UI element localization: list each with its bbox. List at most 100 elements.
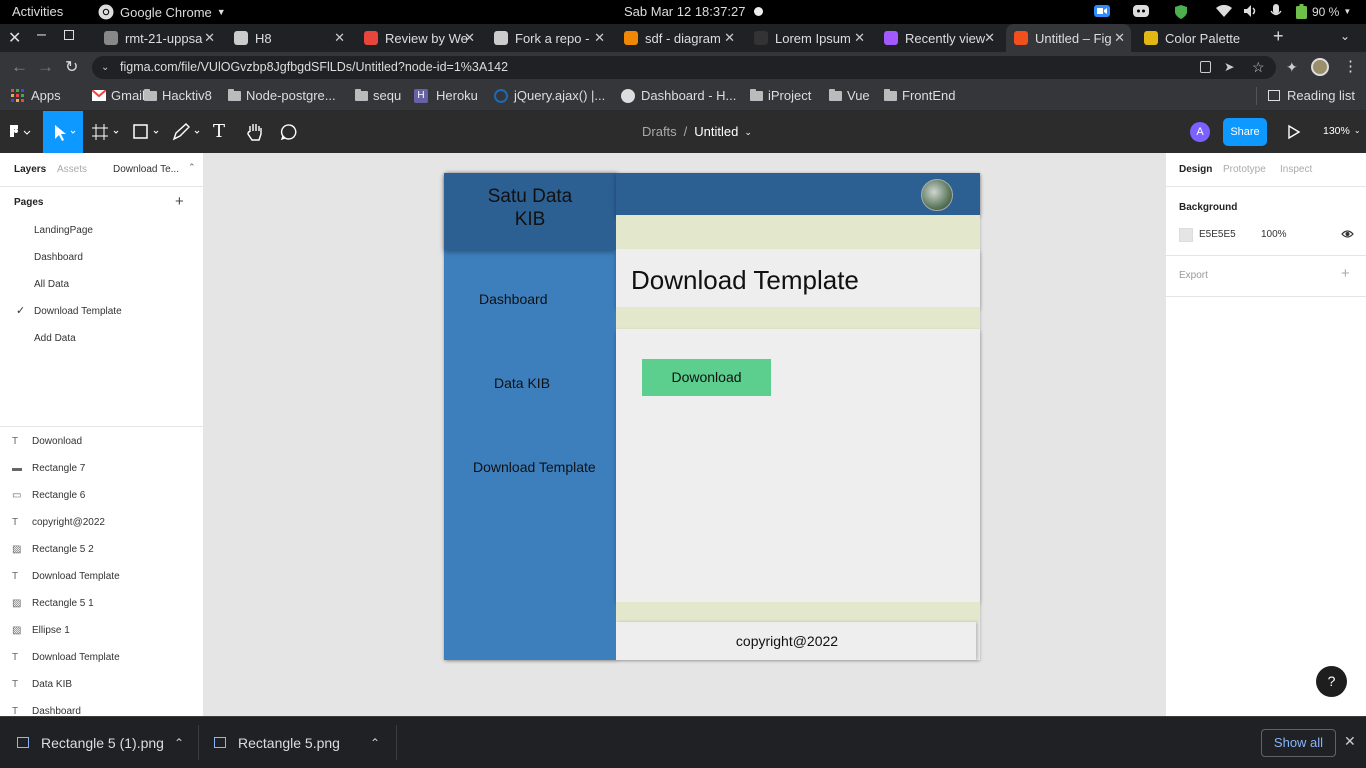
hand-tool-icon[interactable] (246, 122, 264, 142)
tab-close-icon[interactable]: ✕ (854, 30, 865, 46)
tab-close-icon[interactable]: ✕ (464, 30, 475, 46)
page-item[interactable]: All Data (34, 279, 69, 290)
site-info-icon[interactable]: ⌄ (101, 56, 109, 79)
new-tab-icon[interactable]: + (1273, 26, 1284, 47)
download-item[interactable]: Rectangle 5.png ⌃ (199, 717, 396, 768)
bookmark-iproject[interactable]: iProject (750, 88, 811, 103)
tab-search-icon[interactable]: ⌄ (1340, 29, 1350, 43)
bookmark-sequ[interactable]: sequ (355, 88, 401, 103)
volume-icon[interactable] (1243, 4, 1259, 18)
browser-tab[interactable]: Fork a repo - ✕ (486, 24, 611, 52)
bookmark-frontend[interactable]: FrontEnd (884, 88, 955, 103)
user-avatar[interactable]: A (1190, 122, 1210, 142)
battery-indicator[interactable]: 90 % ▼ (1296, 4, 1351, 19)
text-tool-icon[interactable]: T (213, 121, 225, 142)
download-item[interactable]: Rectangle 5 (1).png ⌃ (0, 717, 198, 768)
layer-row[interactable]: ▨ Ellipse 1 (0, 617, 203, 644)
help-button[interactable]: ? (1316, 666, 1347, 697)
clock[interactable]: Sab Mar 12 18:37:27 (624, 4, 745, 19)
tab-design[interactable]: Design (1179, 164, 1212, 175)
bookmark-dashboard-h8[interactable]: Dashboard - H... (621, 88, 736, 103)
discord-icon[interactable] (1133, 4, 1149, 18)
figma-menu-icon[interactable] (8, 123, 32, 141)
layer-row[interactable]: ▨ Rectangle 5 1 (0, 590, 203, 617)
forward-icon[interactable]: → (37, 57, 54, 77)
app-menu[interactable]: Google Chrome ▼ (98, 4, 226, 20)
page-item[interactable]: LandingPage (34, 225, 93, 236)
page-selector[interactable]: Download Te... (113, 164, 179, 175)
install-app-icon[interactable] (1200, 61, 1211, 73)
frame-tool-button[interactable] (92, 123, 122, 141)
share-button[interactable]: Share (1223, 118, 1267, 146)
send-icon[interactable]: ➤ (1224, 56, 1234, 79)
browser-tab[interactable]: Untitled – Fig ✕ (1006, 24, 1131, 52)
browser-tab[interactable]: H8 ✕ (226, 24, 351, 52)
zoom-icon[interactable] (1094, 4, 1110, 18)
restore-icon[interactable] (64, 30, 74, 40)
extensions-icon[interactable]: ✦ (1286, 59, 1298, 76)
bookmark-heroku[interactable]: H Heroku (414, 88, 478, 103)
show-all-button[interactable]: Show all (1261, 729, 1336, 757)
close-window-icon[interactable]: ✕ (8, 28, 21, 48)
address-bar[interactable]: ⌄ figma.com/file/VUlOGvzbp8JgfbgdSFlLDs/… (92, 56, 1276, 79)
page-item[interactable]: Add Data (34, 333, 76, 344)
wifi-icon[interactable] (1216, 5, 1232, 18)
zoom-menu[interactable]: 130% ⌄ (1323, 125, 1361, 137)
chevron-up-icon[interactable]: ⌃ (188, 162, 196, 173)
bookmark-star-icon[interactable]: ☆ (1252, 56, 1265, 79)
browser-tab[interactable]: Recently view ✕ (876, 24, 1001, 52)
browser-tab[interactable]: rmt-21-uppsa ✕ (96, 24, 221, 52)
shield-icon[interactable] (1174, 4, 1188, 20)
tab-prototype[interactable]: Prototype (1223, 164, 1266, 175)
close-icon[interactable]: ✕ (1344, 733, 1356, 750)
layer-row[interactable]: T Download Template (0, 563, 203, 590)
chevron-up-icon[interactable]: ⌃ (370, 736, 380, 750)
browser-tab[interactable]: Lorem Ipsum ✕ (746, 24, 871, 52)
chevron-down-icon[interactable]: ⌄ (744, 124, 752, 139)
background-opacity-input[interactable]: 100% (1261, 229, 1287, 240)
chevron-up-icon[interactable]: ⌃ (174, 736, 184, 750)
reload-icon[interactable]: ↻ (65, 57, 78, 77)
more-options-icon[interactable]: ⋮ (1343, 57, 1358, 75)
design-canvas[interactable]: Satu Data KIB Dashboard Data KIB Downloa… (204, 153, 1165, 716)
file-name[interactable]: Untitled (694, 124, 738, 139)
layer-row[interactable]: ▭ Rectangle 6 (0, 482, 203, 509)
tab-layers[interactable]: Layers (14, 164, 46, 175)
tab-inspect[interactable]: Inspect (1280, 164, 1312, 175)
reading-list-button[interactable]: Reading list (1268, 88, 1355, 103)
design-frame[interactable]: Satu Data KIB Dashboard Data KIB Downloa… (444, 173, 980, 660)
layer-row[interactable]: T Data KIB (0, 671, 203, 698)
add-export-icon[interactable]: + (1341, 265, 1350, 282)
microphone-icon[interactable] (1270, 4, 1282, 19)
move-tool-button[interactable] (43, 111, 83, 153)
bookmark-gmail[interactable]: Gmail (92, 88, 145, 103)
bookmark-hacktiv8[interactable]: Hacktiv8 (144, 88, 212, 103)
tab-close-icon[interactable]: ✕ (724, 30, 735, 46)
browser-tab[interactable]: Review by We ✕ (356, 24, 481, 52)
bookmark-vue[interactable]: Vue (829, 88, 870, 103)
page-item[interactable]: Download Template (34, 306, 122, 317)
layer-row[interactable]: Tcopyright@2022 (0, 509, 203, 536)
profile-avatar[interactable] (1311, 58, 1329, 76)
bookmark-jquery[interactable]: jQuery.ajax() |... (494, 88, 605, 103)
browser-tab[interactable]: sdf - diagram ✕ (616, 24, 741, 52)
minimize-icon[interactable]: – (37, 26, 46, 44)
layer-row[interactable]: ▬ Rectangle 7 (0, 455, 203, 482)
tab-close-icon[interactable]: ✕ (984, 30, 995, 46)
pen-tool-button[interactable] (172, 123, 204, 141)
shape-tool-button[interactable] (133, 123, 163, 141)
layer-row[interactable]: T Dowonload (0, 428, 203, 455)
back-icon[interactable]: ← (11, 57, 28, 77)
browser-tab[interactable]: Color Palette (1136, 24, 1261, 52)
tab-close-icon[interactable]: ✕ (204, 30, 215, 46)
tab-assets[interactable]: Assets (57, 164, 87, 175)
background-swatch[interactable] (1179, 228, 1193, 242)
breadcrumb-drafts[interactable]: Drafts (642, 124, 677, 139)
layer-row[interactable]: T Download Template (0, 644, 203, 671)
background-hex-input[interactable]: E5E5E5 (1199, 229, 1236, 240)
add-page-icon[interactable]: + (175, 193, 184, 210)
tab-close-icon[interactable]: ✕ (1114, 30, 1125, 46)
present-icon[interactable] (1287, 124, 1301, 140)
tab-close-icon[interactable]: ✕ (334, 30, 345, 46)
layer-row[interactable]: ▨ Rectangle 5 2 (0, 536, 203, 563)
